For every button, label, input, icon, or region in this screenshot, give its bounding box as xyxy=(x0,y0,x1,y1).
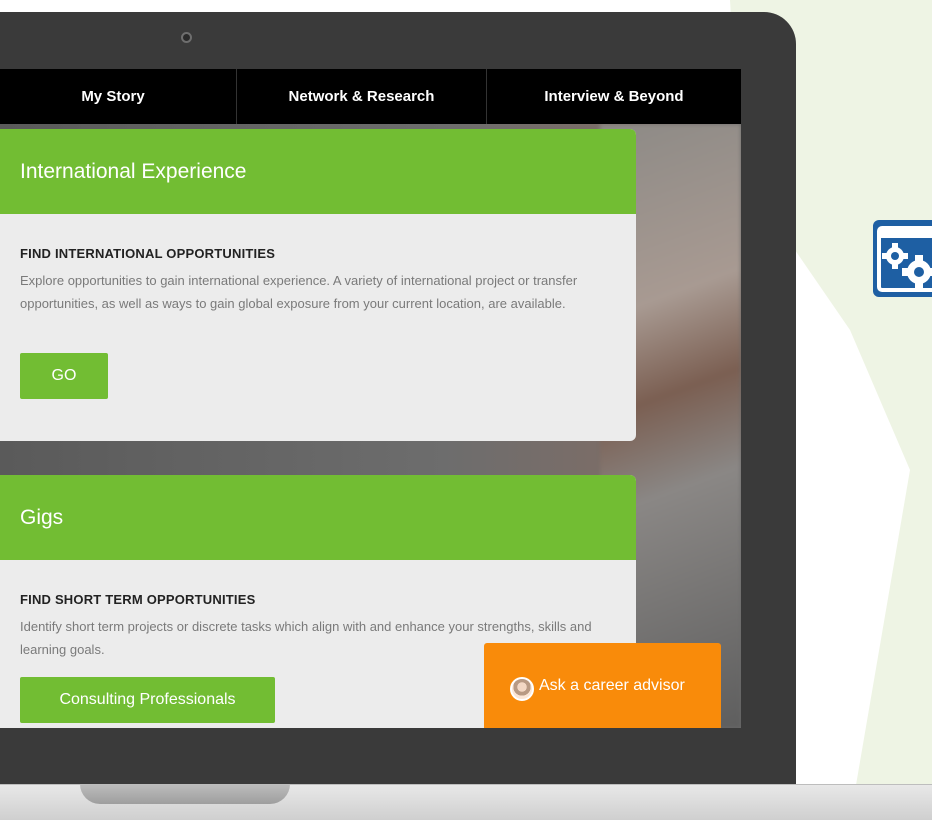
card-body: FIND INTERNATIONAL OPPORTUNITIES Explore… xyxy=(0,214,636,399)
laptop-camera xyxy=(181,32,192,43)
consulting-professionals-button[interactable]: Consulting Professionals xyxy=(20,677,275,723)
nav-item-interview-beyond[interactable]: Interview & Beyond xyxy=(487,69,741,124)
laptop-notch xyxy=(80,784,290,804)
nav-item-my-story[interactable]: My Story xyxy=(0,69,237,124)
card-title: Gigs xyxy=(0,475,636,560)
card-subtitle: FIND SHORT TERM OPPORTUNITIES xyxy=(20,592,256,607)
card-subtitle: FIND INTERNATIONAL OPPORTUNITIES xyxy=(20,246,276,261)
advisor-avatar-icon xyxy=(510,677,534,701)
card-description: Explore opportunities to gain internatio… xyxy=(20,273,578,311)
nav-item-network-research[interactable]: Network & Research xyxy=(237,69,487,124)
go-button[interactable]: GO xyxy=(20,353,108,399)
advisor-label: Ask a career advisor xyxy=(539,677,685,694)
card-title: International Experience xyxy=(0,129,636,214)
ask-career-advisor-button[interactable]: Ask a career advisor xyxy=(484,643,721,728)
gears-window-icon xyxy=(873,220,932,297)
laptop-screen: My Story Network & Research Interview & … xyxy=(0,69,741,728)
top-nav: My Story Network & Research Interview & … xyxy=(0,69,741,124)
card-international-experience: International Experience FIND INTERNATIO… xyxy=(0,129,636,441)
